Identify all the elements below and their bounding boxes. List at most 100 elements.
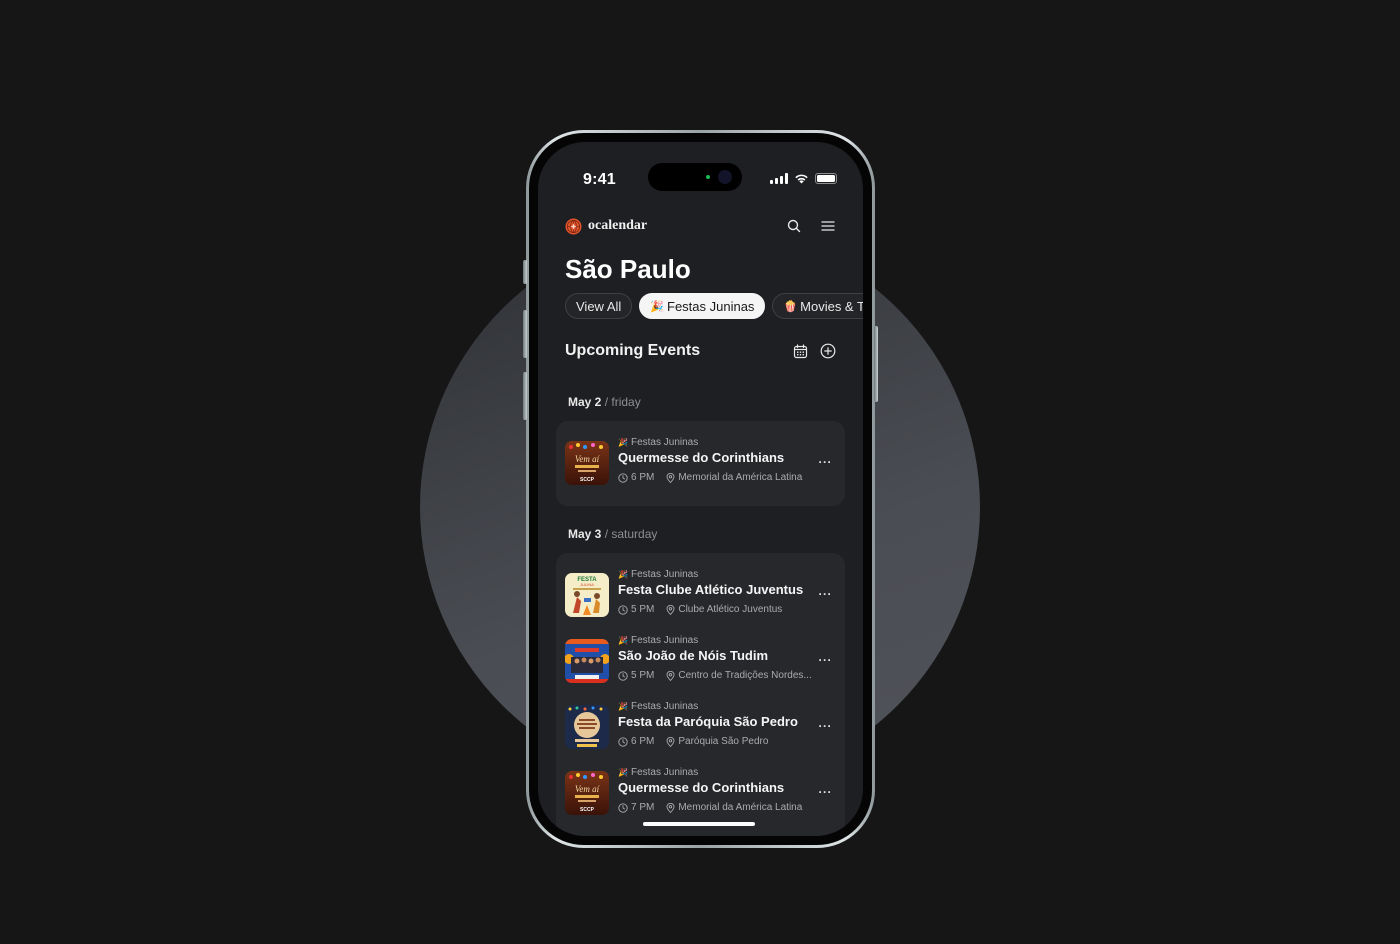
event-meta: 6 PM Paróquia São Pedro bbox=[618, 736, 768, 747]
upcoming-events-header: Upcoming Events bbox=[565, 342, 836, 360]
svg-text:SCCP: SCCP bbox=[580, 807, 595, 813]
volume-down-button bbox=[523, 372, 527, 420]
clock-icon bbox=[618, 670, 628, 681]
more-options-button[interactable]: ··· bbox=[819, 653, 833, 667]
event-category: 🎉 Festas Juninas bbox=[618, 701, 699, 712]
location-pin-icon bbox=[666, 604, 675, 615]
event-thumbnail bbox=[565, 639, 609, 683]
events-card: FESTA JULINA 🎉 Festas Juninas Festa Club… bbox=[556, 553, 845, 836]
chip-festas-juninas[interactable]: 🎉 Festas Juninas bbox=[639, 293, 766, 319]
event-time: 5 PM bbox=[631, 604, 655, 615]
svg-text:SCCP: SCCP bbox=[580, 477, 595, 483]
status-icons bbox=[770, 173, 837, 184]
chip-label: Movies & T bbox=[800, 298, 863, 314]
category-filter-chips: View All 🎉 Festas Juninas 🍿 Movies & T bbox=[565, 293, 863, 319]
clock-icon bbox=[618, 472, 628, 483]
volume-up-button bbox=[523, 310, 527, 358]
app-screen: 9:41 ocalendar São Paulo View All 🎉 Fest… bbox=[538, 142, 863, 836]
event-item[interactable]: FESTA JULINA 🎉 Festas Juninas Festa Club… bbox=[556, 569, 845, 625]
add-circle-icon bbox=[820, 343, 836, 359]
event-item[interactable]: Vem aí SCCP 🎉 Festas Juninas Quermesse d… bbox=[556, 767, 845, 823]
party-popper-icon: 🎉 bbox=[618, 636, 628, 645]
event-category: 🎉 Festas Juninas bbox=[618, 569, 699, 580]
party-popper-icon: 🎉 bbox=[618, 438, 628, 447]
dynamic-island bbox=[648, 163, 742, 191]
city-title: São Paulo bbox=[565, 254, 691, 284]
date-label: May 3 / saturday bbox=[568, 527, 657, 541]
clock-icon bbox=[618, 736, 628, 747]
event-poster-image: Vem aí SCCP bbox=[565, 771, 609, 815]
svg-text:Vem aí: Vem aí bbox=[575, 454, 601, 464]
event-category: 🎉 Festas Juninas bbox=[618, 767, 699, 778]
action-button bbox=[523, 260, 527, 284]
location-pin-icon bbox=[666, 802, 675, 813]
event-item[interactable]: 🎉 Festas Juninas Festa da Paróquia São P… bbox=[556, 701, 845, 757]
event-meta: 5 PM Clube Atlético Juventus bbox=[618, 604, 782, 615]
power-button bbox=[874, 326, 878, 402]
event-meta: 5 PM Centro de Tradições Nordes... bbox=[618, 670, 812, 681]
event-time: 7 PM bbox=[631, 802, 655, 813]
signal-icon bbox=[770, 173, 788, 184]
date-weekday: / saturday bbox=[604, 527, 658, 541]
more-options-button[interactable]: ··· bbox=[819, 785, 833, 799]
event-location: Clube Atlético Juventus bbox=[678, 604, 783, 615]
event-category: 🎉 Festas Juninas bbox=[618, 635, 699, 646]
event-meta: 7 PM Memorial da América Latina bbox=[618, 802, 802, 813]
more-options-button[interactable]: ··· bbox=[819, 587, 833, 601]
event-thumbnail: Vem aí SCCP bbox=[565, 441, 609, 485]
globe-logo-icon bbox=[565, 217, 582, 235]
event-item[interactable]: 🎉 Festas Juninas São João de Nóis Tudim … bbox=[556, 635, 845, 691]
brand[interactable]: ocalendar bbox=[565, 217, 648, 235]
chip-label: View All bbox=[576, 298, 622, 314]
date-weekday: / friday bbox=[604, 395, 641, 409]
event-category: 🎉 Festas Juninas bbox=[618, 437, 699, 448]
event-item[interactable]: Vem aí SCCP 🎉 Festas Juninas Quermesse d… bbox=[556, 437, 845, 493]
event-thumbnail bbox=[565, 705, 609, 749]
event-poster-image: Vem aí SCCP bbox=[565, 441, 609, 485]
clock-icon bbox=[618, 802, 628, 813]
event-title: Quermesse do Corinthians bbox=[618, 780, 785, 795]
phone-frame: 9:41 ocalendar São Paulo View All 🎉 Fest… bbox=[523, 130, 878, 848]
status-bar: 9:41 bbox=[538, 142, 863, 192]
add-event-button[interactable] bbox=[820, 343, 836, 359]
chip-movies[interactable]: 🍿 Movies & T bbox=[772, 293, 863, 319]
section-title: Upcoming Events bbox=[565, 342, 701, 359]
party-popper-icon: 🎉 bbox=[618, 570, 628, 579]
party-popper-icon: 🎉 bbox=[618, 702, 628, 711]
event-location: Memorial da América Latina bbox=[678, 472, 803, 483]
event-location: Centro de Tradições Nordes... bbox=[678, 670, 812, 681]
event-title: São João de Nóis Tudim bbox=[618, 648, 769, 663]
event-time: 5 PM bbox=[631, 670, 655, 681]
svg-text:Vem aí: Vem aí bbox=[575, 784, 601, 794]
chip-view-all[interactable]: View All bbox=[565, 293, 633, 319]
event-time: 6 PM bbox=[631, 472, 655, 483]
home-indicator[interactable] bbox=[643, 822, 755, 826]
menu-button[interactable] bbox=[820, 218, 836, 234]
event-title: Festa da Paróquia São Pedro bbox=[618, 714, 798, 729]
location-pin-icon bbox=[666, 736, 675, 747]
event-location: Paróquia São Pedro bbox=[678, 736, 769, 747]
event-title: Quermesse do Corinthians bbox=[618, 450, 785, 465]
calendar-button[interactable] bbox=[792, 343, 808, 359]
menu-icon bbox=[821, 221, 835, 231]
brand-name: ocalendar bbox=[588, 218, 648, 233]
popcorn-icon: 🍿 bbox=[783, 300, 798, 313]
location-pin-icon bbox=[666, 670, 675, 681]
wifi-icon bbox=[795, 174, 808, 184]
date-day: May 3 bbox=[568, 527, 602, 541]
event-thumbnail: FESTA JULINA bbox=[565, 573, 609, 617]
date-label: May 2 / friday bbox=[568, 395, 641, 409]
search-button[interactable] bbox=[786, 218, 802, 234]
svg-text:JULINA: JULINA bbox=[580, 582, 594, 587]
event-time: 6 PM bbox=[631, 736, 655, 747]
privacy-indicator bbox=[706, 175, 710, 179]
location-pin-icon bbox=[666, 472, 675, 483]
clock-icon bbox=[618, 604, 628, 615]
event-poster-image bbox=[565, 639, 609, 683]
more-options-button[interactable]: ··· bbox=[819, 455, 833, 469]
search-icon bbox=[787, 219, 801, 233]
event-poster-image: FESTA JULINA bbox=[565, 573, 609, 617]
party-popper-icon: 🎉 bbox=[650, 300, 664, 313]
more-options-button[interactable]: ··· bbox=[819, 719, 833, 733]
app-header: ocalendar bbox=[565, 214, 836, 238]
